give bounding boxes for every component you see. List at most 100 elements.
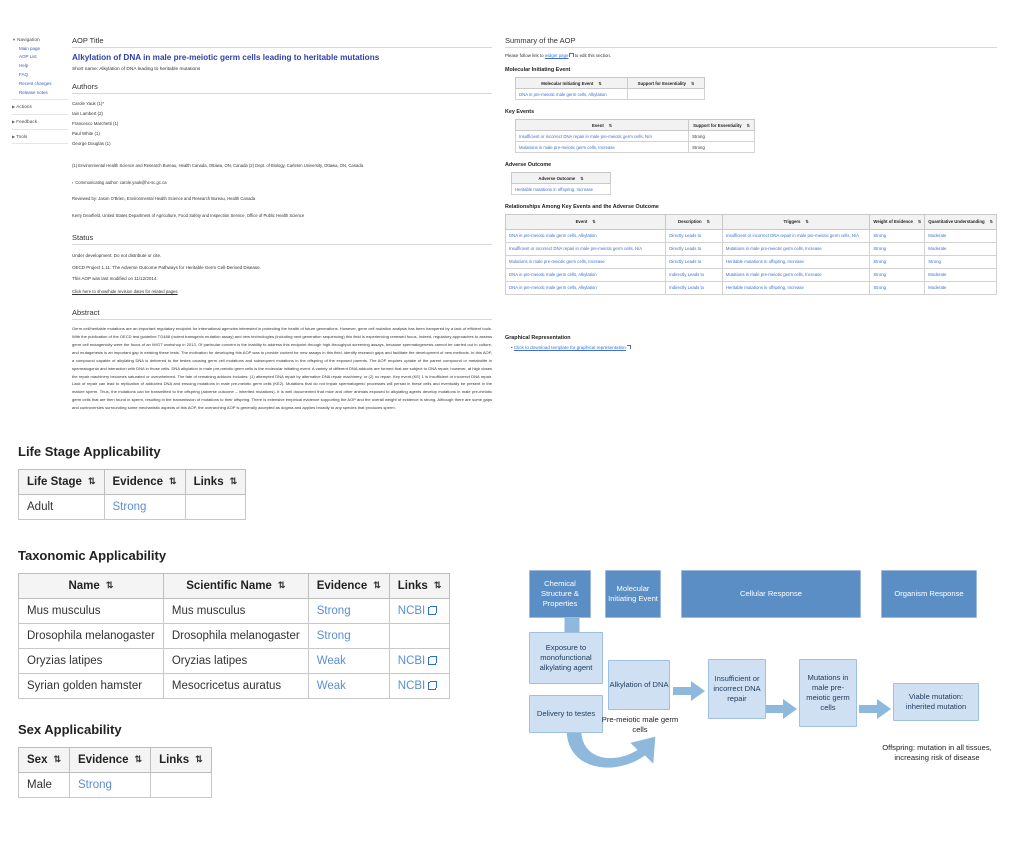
- column-header-quantitative-understanding[interactable]: Quantitative Understanding ⇅: [924, 214, 997, 230]
- column-header-name[interactable]: Name ⇅: [18, 573, 164, 599]
- aop-diagram: Chemical Structure & Properties Molecula…: [505, 565, 1010, 840]
- rel-triggers-cell[interactable]: Heritable mutations in offspring, Increa…: [721, 280, 871, 295]
- key-event-cell[interactable]: Mutations in male pre-meiotic germ cells…: [514, 141, 690, 153]
- sidebar-item-main-page[interactable]: Main page: [19, 45, 68, 54]
- external-link-icon: [428, 605, 438, 615]
- taxon-evidence-cell[interactable]: Strong: [307, 598, 390, 624]
- key-event-cell[interactable]: Insufficient or incorrect DNA repair in …: [514, 130, 690, 142]
- column-header-scientific-name[interactable]: Scientific Name ⇅: [162, 573, 309, 599]
- sort-icon[interactable]: ⇅: [169, 477, 177, 486]
- taxonomic-table: Name ⇅ Scientific Name ⇅ Evidence ⇅ Links ⇅ …: [18, 573, 451, 699]
- column-header-evidence[interactable]: Evidence ⇅: [307, 573, 390, 599]
- column-header-description[interactable]: Description ⇅: [665, 214, 723, 230]
- taxon-links-cell[interactable]: NCBI: [388, 673, 451, 699]
- column-header-evidence[interactable]: Evidence ⇅: [69, 747, 152, 773]
- sort-icon[interactable]: ⇅: [691, 81, 694, 86]
- page-title[interactable]: Alkylation of DNA in male pre-meiotic ge…: [72, 53, 492, 64]
- sort-icon[interactable]: ⇅: [592, 219, 595, 224]
- taxon-evidence-cell[interactable]: Weak: [307, 673, 390, 699]
- sort-icon[interactable]: ⇅: [278, 581, 286, 590]
- rel-triggers-cell[interactable]: Mutations in male pre-meiotic germ cells…: [721, 267, 871, 282]
- taxon-links-cell[interactable]: NCBI: [388, 598, 451, 624]
- sidebar-group-header-navigation[interactable]: ▼Navigation: [12, 36, 68, 45]
- sort-icon[interactable]: ⇅: [88, 477, 96, 486]
- column-header-links[interactable]: Links ⇅: [388, 573, 451, 599]
- column-header-event[interactable]: Event ⇅: [504, 214, 667, 230]
- sort-icon[interactable]: ⇅: [918, 219, 921, 224]
- column-header-support[interactable]: Support for Essentiality ⇅: [688, 119, 755, 131]
- taxon-evidence-cell[interactable]: Strong: [307, 623, 390, 649]
- sort-icon[interactable]: ⇅: [609, 123, 612, 128]
- sort-icon[interactable]: ⇅: [707, 219, 710, 224]
- sort-icon[interactable]: ⇅: [230, 477, 238, 486]
- sidebar-group-actions[interactable]: ▶Actions: [12, 103, 68, 116]
- relationships-heading: Relationships Among Key Events and the A…: [505, 204, 659, 210]
- column-header-support[interactable]: Support for Essentiality ⇅: [627, 77, 705, 89]
- table-row: DNA in pre-meiotic male germ cells, Alky…: [515, 88, 705, 100]
- sidebar-item-aop-list[interactable]: AOP List: [19, 53, 68, 62]
- rel-description-cell[interactable]: Indirectly Leads to: [665, 280, 723, 295]
- rel-triggers-cell[interactable]: Insufficient or incorrect DNA repair in …: [721, 228, 871, 243]
- sort-icon[interactable]: ⇅: [580, 176, 583, 181]
- rel-weight-cell: Strong: [869, 228, 926, 243]
- column-header-links[interactable]: Links ⇅: [184, 469, 247, 495]
- revision-dates-link[interactable]: Click here to show/hide revision dates f…: [72, 286, 492, 297]
- column-header-links[interactable]: Links ⇅: [150, 747, 212, 773]
- column-header-adverse-outcome[interactable]: Adverse Outcome ⇅: [511, 172, 611, 184]
- life-stage-links-cell: [184, 494, 247, 520]
- diagram-node-viable-mutation: Viable mutation: inherited mutation: [893, 683, 979, 721]
- taxon-links-cell[interactable]: NCBI: [388, 648, 451, 674]
- sort-icon[interactable]: ⇅: [373, 581, 381, 590]
- rel-event-cell[interactable]: Insufficient or incorrect DNA repair in …: [504, 241, 667, 256]
- mie-event-cell[interactable]: DNA in pre-meiotic male germ cells, Alky…: [515, 88, 628, 100]
- adverse-outcome-cell[interactable]: Heritable mutations in offspring, Increa…: [511, 183, 611, 195]
- external-link-icon: [569, 52, 574, 58]
- column-header-weight-of-evidence[interactable]: Weight of Evidence ⇅: [869, 214, 926, 230]
- column-label: Molecular Initiating Event: [541, 80, 594, 86]
- sidebar-group-tools[interactable]: ▶Tools: [12, 133, 68, 145]
- taxon-evidence-cell[interactable]: Weak: [307, 648, 390, 674]
- sort-icon[interactable]: ⇅: [747, 123, 750, 128]
- widget-page-link[interactable]: widget page: [545, 53, 569, 58]
- rel-description-cell[interactable]: Directly Leads to: [665, 254, 723, 269]
- rel-triggers-cell[interactable]: Mutations in male pre-meiotic germ cells…: [721, 241, 871, 256]
- sidebar-group-header-feedback[interactable]: ▶Feedback: [12, 118, 68, 127]
- sex-evidence-cell[interactable]: Strong: [69, 772, 152, 798]
- rel-description-cell[interactable]: Directly Leads to: [665, 241, 723, 256]
- sort-icon[interactable]: ⇅: [598, 81, 601, 86]
- sidebar-group-header-actions[interactable]: ▶Actions: [12, 103, 68, 112]
- diagram-header-organism-response: Organism Response: [881, 570, 977, 618]
- rel-weight-cell: Strong: [869, 254, 926, 269]
- sort-icon[interactable]: ⇅: [53, 755, 61, 764]
- column-header-sex[interactable]: Sex ⇅: [17, 747, 71, 773]
- rel-event-cell[interactable]: Mutations in male pre-meiotic germ cells…: [504, 254, 667, 269]
- left-column: AOP Title Alkylation of DNA in male pre-…: [72, 36, 492, 412]
- sidebar-item-release-notes[interactable]: Release notes: [19, 89, 68, 98]
- sidebar-group-feedback[interactable]: ▶Feedback: [12, 118, 68, 130]
- rel-triggers-cell[interactable]: Heritable mutations in offspring, Increa…: [721, 254, 871, 269]
- rel-description-cell[interactable]: Directly Leads to: [665, 228, 723, 243]
- sidebar-item-recent-changes[interactable]: Recent changes: [19, 80, 68, 89]
- sidebar-item-faq[interactable]: FAQ: [19, 71, 68, 80]
- download-template-link[interactable]: Click to download template for graphical…: [514, 345, 626, 350]
- sort-icon[interactable]: ⇅: [106, 581, 114, 590]
- rel-description-cell[interactable]: Indirectly Leads to: [665, 267, 723, 282]
- column-header-event[interactable]: Event ⇅: [514, 119, 690, 131]
- sidebar-item-help[interactable]: Help: [19, 62, 68, 71]
- column-header-life-stage[interactable]: Life Stage ⇅: [18, 469, 105, 495]
- column-header-evidence[interactable]: Evidence ⇅: [103, 469, 186, 495]
- table-row: Adult Strong: [18, 494, 247, 520]
- column-header-triggers[interactable]: Triggers ⇅: [721, 214, 871, 230]
- sort-icon[interactable]: ⇅: [135, 755, 143, 764]
- column-header-mie[interactable]: Molecular Initiating Event ⇅: [515, 77, 628, 89]
- sidebar-group-header-tools[interactable]: ▶Tools: [12, 133, 68, 142]
- rel-event-cell[interactable]: DNA in pre-meiotic male germ cells, Alky…: [504, 280, 667, 295]
- sort-icon[interactable]: ⇅: [434, 581, 442, 590]
- sort-icon[interactable]: ⇅: [990, 219, 993, 224]
- sort-icon[interactable]: ⇅: [805, 219, 808, 224]
- rel-event-cell[interactable]: DNA in pre-meiotic male germ cells, Alky…: [504, 228, 667, 243]
- life-stage-evidence-cell[interactable]: Strong: [103, 494, 186, 520]
- sort-icon[interactable]: ⇅: [195, 755, 203, 764]
- arrow-right-repair-to-mutations: [765, 699, 797, 719]
- rel-event-cell[interactable]: DNA in pre-meiotic male germ cells, Alky…: [504, 267, 667, 282]
